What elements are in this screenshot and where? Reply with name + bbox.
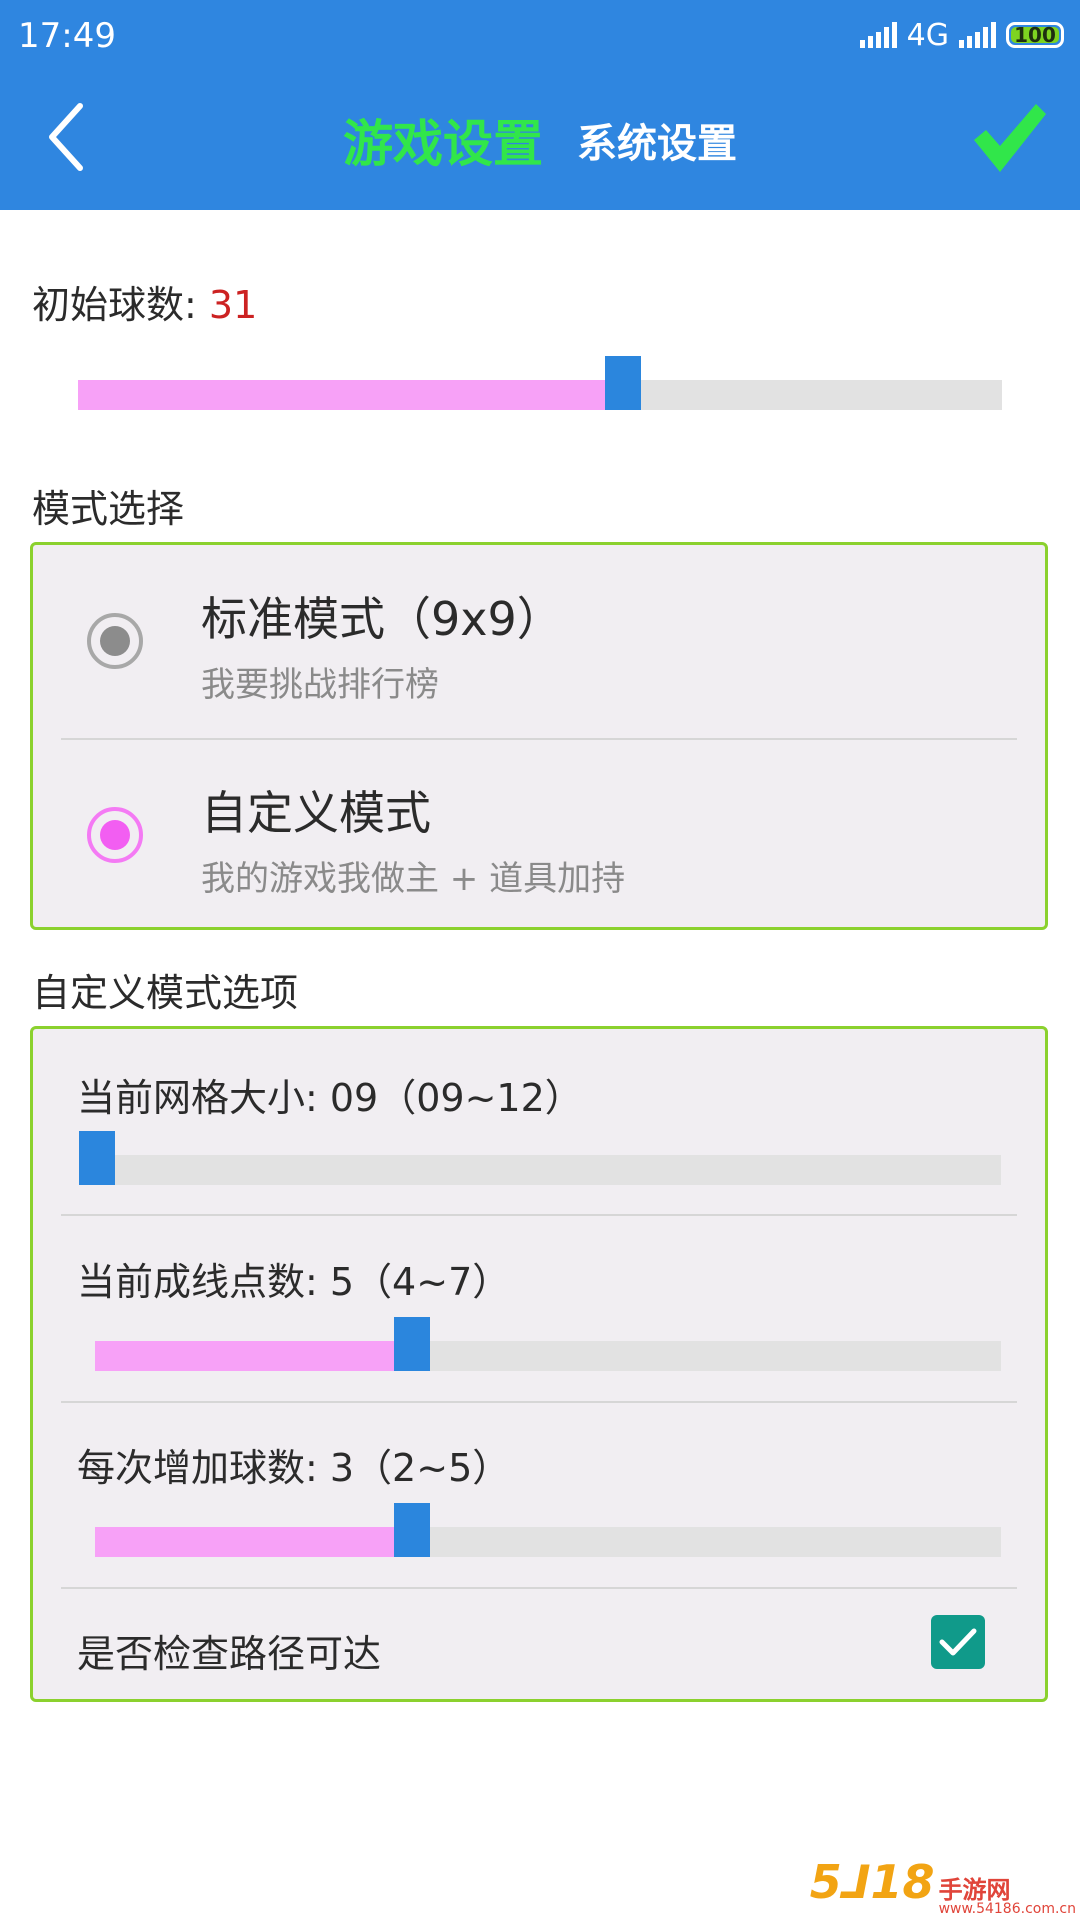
balls-per-turn-slider[interactable] [95,1503,1001,1579]
balls-per-turn-label: 每次增加球数: 3（2~5） [77,1446,511,1490]
watermark-url: www.54186.com.cn [938,1901,1076,1917]
watermark-logo: 5ᒧ18 [809,1855,935,1909]
mode-option-standard[interactable]: 标准模式（9x9） 我要挑战排行榜 [33,545,1045,739]
custom-options-panel: 当前网格大小: 09（09~12） 当前成线点数: 5（4~7） 每次增加球数:… [30,1026,1048,1702]
grid-size-label: 当前网格大小: 09（09~12） [77,1076,583,1120]
app-header: 17:49 4G 100 游戏设置 系统设置 [0,0,1080,210]
tab-game-settings[interactable]: 游戏设置 [343,104,543,176]
line-points-label: 当前成线点数: 5（4~7） [77,1260,511,1304]
divider [61,1587,1017,1589]
mode-select-panel: 标准模式（9x9） 我要挑战排行榜 自定义模式 我的游戏我做主 + 道具加持 [30,542,1048,930]
site-watermark: 5ᒧ18 手游网 www.54186.com.cn [810,1855,1076,1916]
slider-thumb[interactable] [79,1131,115,1185]
custom-options-heading: 自定义模式选项 [32,971,299,1015]
line-points-slider[interactable] [95,1317,1001,1393]
radio-button[interactable] [87,613,143,669]
initial-balls-label: 初始球数: 31 [32,283,258,327]
battery-icon: 100 [1006,22,1064,48]
confirm-button[interactable] [970,100,1048,176]
check-icon [939,1628,977,1656]
slider-thumb[interactable] [393,1503,430,1557]
divider [61,1401,1017,1403]
tab-system-settings[interactable]: 系统设置 [577,111,737,169]
signal-icon [859,22,897,48]
battery-level: 100 [1014,23,1056,47]
initial-balls-slider[interactable] [78,356,1002,432]
initial-balls-value: 31 [208,283,258,327]
settings-tabs: 游戏设置 系统设置 [0,100,1080,180]
mode-option-custom[interactable]: 自定义模式 我的游戏我做主 + 道具加持 [33,741,1045,931]
mode-title: 自定义模式 [201,786,431,840]
grid-size-slider[interactable] [79,1131,1001,1207]
status-time: 17:49 [18,16,116,56]
check-path-checkbox[interactable] [931,1615,985,1669]
radio-button[interactable] [87,807,143,863]
network-label: 4G [906,17,949,53]
checkmark-icon [974,104,1046,172]
check-path-label: 是否检查路径可达 [77,1632,382,1676]
mode-title: 标准模式（9x9） [201,592,563,646]
watermark-name: 手游网 [938,1876,1011,1904]
divider [61,738,1017,740]
slider-thumb[interactable] [604,356,641,410]
status-indicators: 4G 100 [859,17,1064,53]
divider [61,1214,1017,1216]
slider-thumb[interactable] [393,1317,430,1371]
mode-select-heading: 模式选择 [32,487,185,531]
signal-icon-2 [959,22,996,48]
mode-subtitle: 我要挑战排行榜 [201,665,439,705]
mode-subtitle: 我的游戏我做主 + 道具加持 [201,859,626,899]
